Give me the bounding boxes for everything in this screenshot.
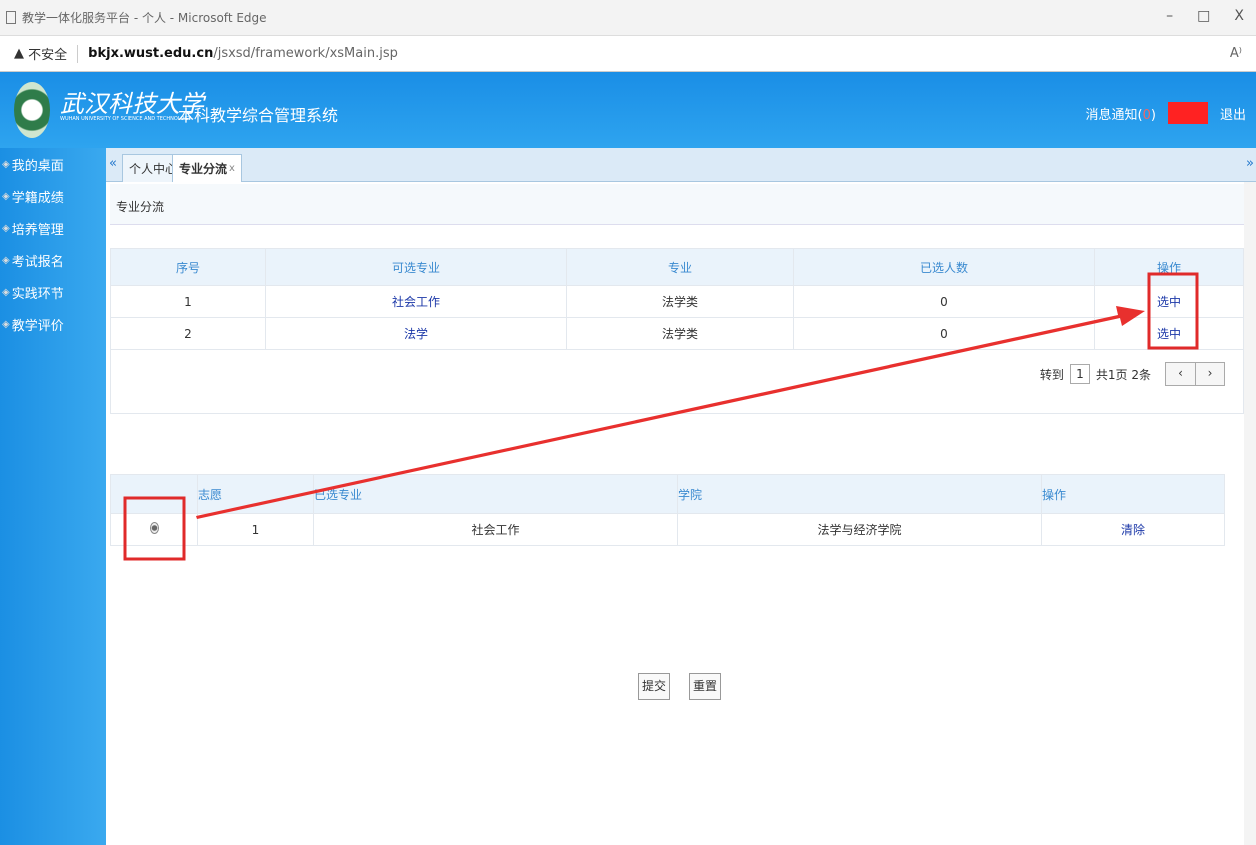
- read-aloud-icon[interactable]: A⁾: [1230, 46, 1242, 61]
- window-title: 教学一体化服务平台 - 个人 - Microsoft Edge: [22, 11, 267, 25]
- university-name-en: WUHAN UNIVERSITY OF SCIENCE AND TECHNOLO…: [60, 116, 192, 122]
- minimize-button[interactable]: –: [1166, 8, 1173, 24]
- breadcrumb: 专业分流: [110, 184, 1244, 225]
- column-header: 学院: [677, 474, 1042, 514]
- pager: 转到 1 共1页 2条 ‹ ›: [1040, 362, 1225, 386]
- warning-icon: ▲: [14, 46, 29, 61]
- table-header-row: 序号 可选专业 专业 已选人数 操作: [110, 248, 1244, 286]
- messages-count: 0: [1142, 107, 1151, 123]
- sidebar-item-label: 实践环节: [11, 286, 64, 302]
- major-link[interactable]: 法学: [265, 317, 567, 350]
- maximize-button[interactable]: □: [1197, 8, 1210, 24]
- cell-radio[interactable]: [110, 513, 198, 546]
- sidebar-item-practice[interactable]: ◈ 实践环节: [0, 276, 106, 308]
- page-icon: [6, 11, 16, 24]
- select-link[interactable]: 选中: [1094, 317, 1244, 350]
- page-input[interactable]: 1: [1069, 364, 1090, 384]
- system-title: 本科教学综合管理系统: [178, 106, 339, 125]
- sidebar: ◈ 我的桌面 ◈ 学籍成绩 ◈ 培养管理 ◈ 考试报名 ◈ 实践环节 ◈ 教学评价: [0, 148, 106, 845]
- redacted-username: [1167, 102, 1208, 124]
- major-link[interactable]: 社会工作: [265, 285, 567, 318]
- sidebar-item-label: 教学评价: [11, 318, 64, 334]
- table-row: 1 社会工作 法学类 0 选中: [110, 285, 1244, 318]
- column-header: 操作: [1094, 248, 1244, 286]
- sidebar-item-label: 考试报名: [11, 254, 64, 270]
- sidebar-item-label: 我的桌面: [11, 158, 64, 174]
- url-host: bkjx.wust.edu.cn: [88, 46, 214, 61]
- pager-summary: 共1页 2条: [1095, 367, 1151, 382]
- cell-major: 社会工作: [313, 513, 678, 546]
- sidebar-item-desktop[interactable]: ◈ 我的桌面: [0, 148, 106, 180]
- column-header: [110, 474, 198, 514]
- cell-category: 法学类: [566, 285, 794, 318]
- sidebar-item-grades[interactable]: ◈ 学籍成绩: [0, 180, 106, 212]
- tab-major-streaming[interactable]: 专业分流 x: [172, 154, 242, 182]
- messages-link[interactable]: 消息通知(0): [1086, 104, 1156, 123]
- sidebar-item-training[interactable]: ◈ 培养管理: [0, 212, 106, 244]
- column-header: 已选人数: [793, 248, 1095, 286]
- available-majors-table: 序号 可选专业 专业 已选人数 操作 1 社会工作 法学类 0 选中 2 法学 …: [110, 248, 1244, 350]
- sidebar-item-evaluation[interactable]: ◈ 教学评价: [0, 308, 106, 340]
- divider: [77, 44, 79, 63]
- layers-icon: ◈: [2, 286, 10, 298]
- table-header-row: 志愿 已选专业 学院 操作: [110, 474, 1225, 514]
- university-logo: [14, 82, 50, 138]
- selected-majors-table: 志愿 已选专业 学院 操作 1 社会工作 法学与经济学院 清除: [110, 474, 1225, 546]
- messages-label: 消息通知(: [1085, 107, 1143, 123]
- url-path: /jsxsd/framework/xsMain.jsp: [213, 46, 398, 61]
- next-page-button[interactable]: ›: [1195, 363, 1224, 385]
- column-header: 可选专业: [265, 248, 567, 286]
- table-row: 2 法学 法学类 0 选中: [110, 317, 1244, 350]
- logout-link[interactable]: 退出: [1220, 104, 1246, 123]
- select-link[interactable]: 选中: [1094, 285, 1244, 318]
- submit-button[interactable]: 提交: [638, 673, 670, 700]
- tab-close-icon[interactable]: x: [229, 163, 235, 174]
- tab-label: 个人中心: [129, 162, 178, 176]
- layers-icon: ◈: [2, 158, 10, 170]
- tab-label: 专业分流: [179, 162, 228, 176]
- cell-category: 法学类: [566, 317, 794, 350]
- layers-icon: ◈: [2, 222, 10, 234]
- security-label[interactable]: 不安全: [28, 44, 67, 63]
- scrollbar[interactable]: [1244, 182, 1256, 845]
- address-bar[interactable]: ▲ 不安全 bkjx.wust.edu.cn /jsxsd/framework/…: [0, 36, 1256, 72]
- cell-count: 0: [793, 317, 1095, 350]
- goto-label: 转到: [1039, 367, 1064, 382]
- prev-page-button[interactable]: ‹: [1166, 363, 1195, 385]
- layers-icon: ◈: [2, 318, 10, 330]
- column-header: 序号: [110, 248, 266, 286]
- column-header: 专业: [566, 248, 794, 286]
- column-header: 操作: [1041, 474, 1225, 514]
- tabs-scroll-right[interactable]: »: [1246, 156, 1254, 171]
- table-row: 1 社会工作 法学与经济学院 清除: [110, 513, 1225, 546]
- cell-no: 2: [110, 317, 266, 350]
- cell-count: 0: [793, 285, 1095, 318]
- radio-button[interactable]: [149, 522, 159, 534]
- sidebar-item-exam[interactable]: ◈ 考试报名: [0, 244, 106, 276]
- sidebar-item-label: 培养管理: [11, 222, 64, 238]
- layers-icon: ◈: [2, 190, 10, 202]
- close-button[interactable]: X: [1234, 8, 1244, 24]
- browser-titlebar: 教学一体化服务平台 - 个人 - Microsoft Edge – □ X: [0, 0, 1256, 36]
- tabs-scroll-left[interactable]: «: [109, 156, 117, 171]
- layers-icon: ◈: [2, 254, 10, 266]
- messages-paren: ): [1150, 107, 1156, 123]
- cell-no: 1: [110, 285, 266, 318]
- cell-college: 法学与经济学院: [677, 513, 1042, 546]
- site-header: 武汉科技大学 WUHAN UNIVERSITY OF SCIENCE AND T…: [0, 72, 1256, 148]
- reset-button[interactable]: 重置: [689, 673, 721, 700]
- tab-bar: « 个人中心 专业分流 x »: [106, 148, 1256, 182]
- column-header: 已选专业: [313, 474, 678, 514]
- cell-preference: 1: [197, 513, 314, 546]
- pager-panel: 转到 1 共1页 2条 ‹ ›: [110, 348, 1244, 414]
- sidebar-item-label: 学籍成绩: [11, 190, 64, 206]
- clear-link[interactable]: 清除: [1041, 513, 1225, 546]
- column-header: 志愿: [197, 474, 314, 514]
